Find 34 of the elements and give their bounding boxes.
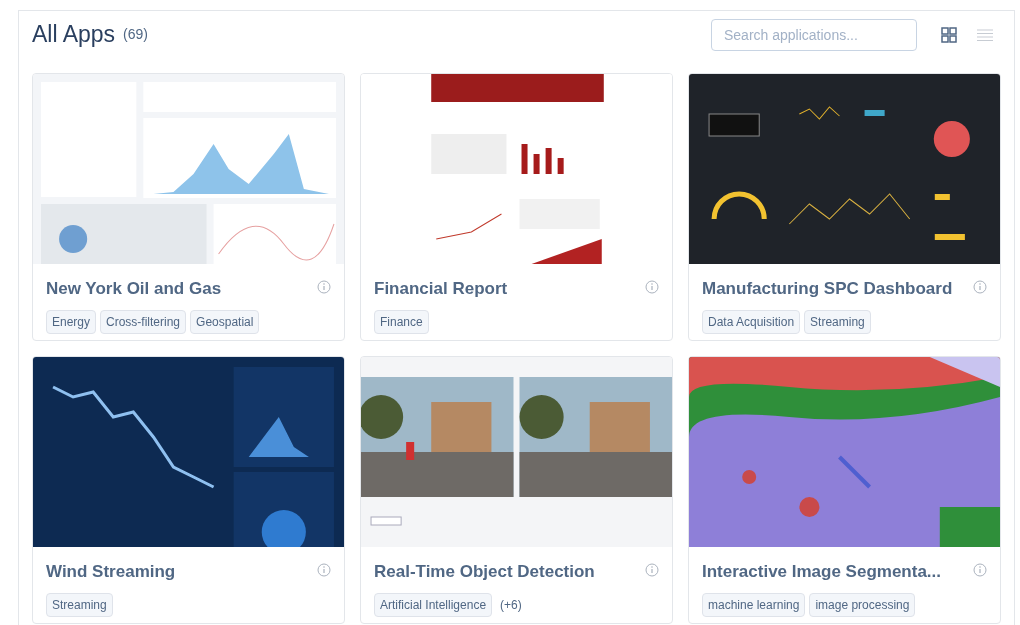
app-title[interactable]: Manufacturing SPC Dashboard [702, 276, 953, 302]
app-card[interactable]: Real-Time Object Detection Artificial Intelligence (+6) [360, 356, 673, 624]
app-title[interactable]: Financial Report [374, 276, 508, 302]
app-title[interactable]: Wind Streaming [46, 559, 176, 585]
tag[interactable]: Streaming [804, 309, 871, 334]
info-icon[interactable] [645, 563, 659, 577]
tag[interactable]: Cross-filtering [100, 309, 187, 334]
tag[interactable]: Data Acquisition [702, 309, 801, 334]
search-field[interactable]: Search applications... [711, 18, 917, 51]
tag[interactable]: Streaming [46, 592, 113, 617]
app-title[interactable]: Interactive Image Segmenta... [702, 559, 942, 585]
app-card[interactable]: Manufacturing SPC Dashboard Data Acquisition Streaming [688, 73, 1001, 341]
list-view-icon[interactable] [977, 26, 993, 43]
app-card[interactable]: Interactive Image Segmenta... machine learning image processing [688, 356, 1001, 624]
tag[interactable]: Artificial Intelligence [374, 592, 493, 617]
info-icon[interactable] [645, 280, 659, 294]
app-card[interactable]: New York Oil and Gas Energy Cross-filtering Geospatial [32, 73, 345, 341]
app-count: (69) [123, 25, 148, 44]
info-icon[interactable] [973, 280, 987, 294]
grid-view-icon[interactable] [941, 26, 957, 43]
app-card[interactable]: Financial Report Finance [360, 73, 673, 341]
tag[interactable]: Finance [374, 309, 429, 334]
info-icon[interactable] [317, 280, 331, 294]
tag[interactable]: Energy [46, 309, 97, 334]
app-title[interactable]: New York Oil and Gas [46, 276, 222, 302]
page-title: All Apps [32, 20, 116, 50]
tag[interactable]: machine learning [702, 592, 806, 617]
tag[interactable]: image processing [809, 592, 916, 617]
app-card[interactable]: Wind Streaming Streaming [32, 356, 345, 624]
info-icon[interactable] [317, 563, 331, 577]
app-title[interactable]: Real-Time Object Detection [374, 559, 595, 585]
more-tags-count: (+6) [500, 596, 522, 614]
tag[interactable]: Geospatial [190, 309, 260, 334]
info-icon[interactable] [973, 563, 987, 577]
